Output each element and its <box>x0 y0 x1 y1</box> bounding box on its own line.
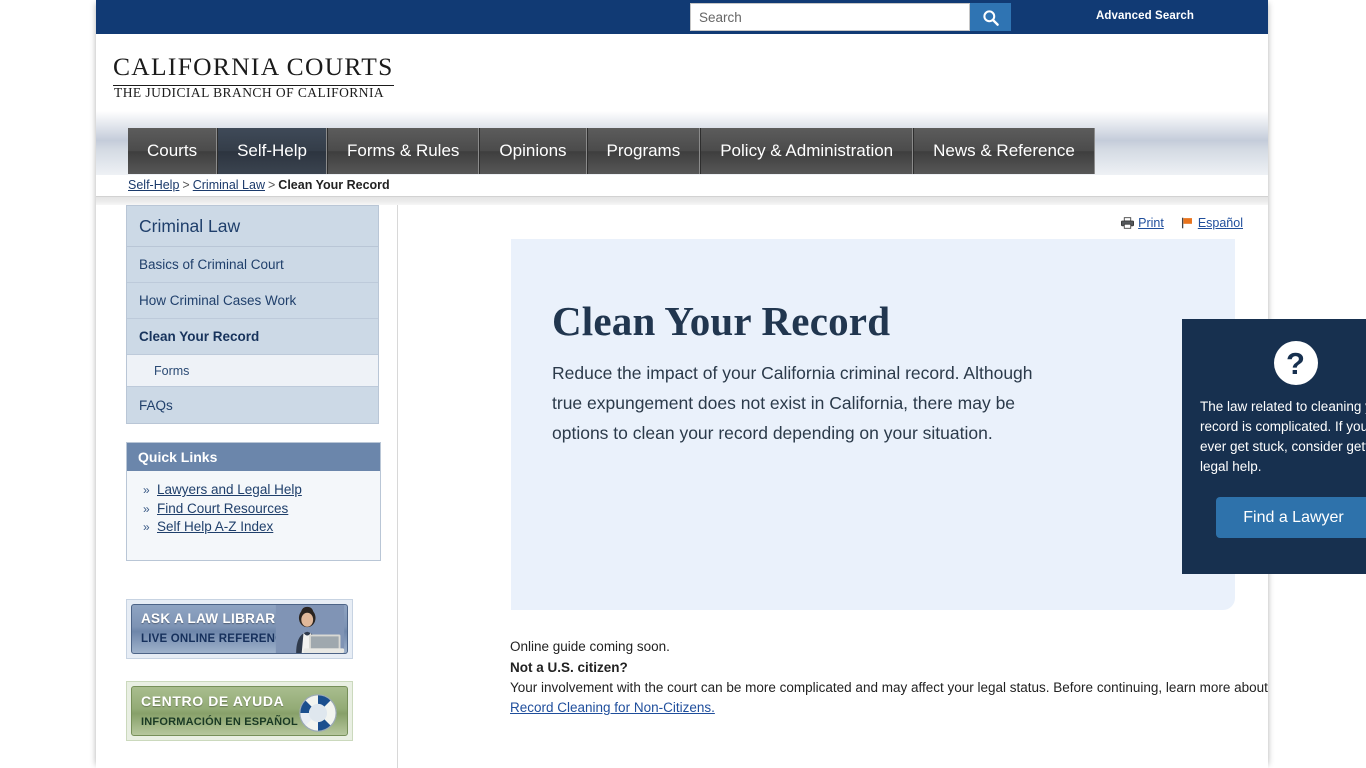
page-container: Advanced Search CALIFORNIA COURTS THE JU… <box>96 0 1366 768</box>
main-nav-band: Courts Self-Help Forms & Rules Opinions … <box>96 111 1268 175</box>
search-input[interactable] <box>690 3 970 31</box>
top-utility-bar: Advanced Search <box>96 0 1268 34</box>
callout-text: The law related to cleaning your record … <box>1200 399 1366 474</box>
brand-tagline: THE JUDICIAL BRANCH OF CALIFORNIA <box>114 85 385 100</box>
chevron-bullet-icon: » <box>143 520 150 534</box>
nav-item-news-reference[interactable]: News & Reference <box>913 128 1095 174</box>
nav-item-self-help[interactable]: Self-Help <box>217 128 327 174</box>
online-guide-note: Online guide coming soon. <box>510 639 670 654</box>
breadcrumb-separator-1: > <box>182 178 190 192</box>
list-item: » Self Help A-Z Index <box>143 519 380 534</box>
nav-item-programs[interactable]: Programs <box>586 128 701 174</box>
sidebar: Criminal Law Basics of Criminal Court Ho… <box>126 205 382 741</box>
quick-link-self-help-a-z-index[interactable]: Self Help A-Z Index <box>157 519 273 534</box>
sidebar-item-clean-your-record[interactable]: Clean Your Record <box>127 319 378 355</box>
brand-name: CALIFORNIA COURTS <box>113 52 394 86</box>
promo-inner: ASK A LAW LIBRARIAN LIVE ONLINE REFERENC… <box>131 603 348 654</box>
espanol-label: Español <box>1197 216 1243 230</box>
page-utility-links: Print Español <box>1121 216 1243 230</box>
main-nav: Courts Self-Help Forms & Rules Opinions … <box>128 128 1095 174</box>
sidebar-item-forms[interactable]: Forms <box>127 355 378 387</box>
breadcrumb-separator-2: > <box>267 178 276 192</box>
list-item: » Lawyers and Legal Help <box>143 482 380 497</box>
life-ring-icon <box>299 693 337 732</box>
hero-panel: Clean Your Record Reduce the impact of y… <box>511 239 1366 610</box>
record-cleaning-non-citizens-link[interactable]: Record Cleaning for Non-Citizens. <box>510 700 715 715</box>
main-content: Print Español Clean Your Record Reduce t… <box>397 205 1366 768</box>
librarian-photo-icon <box>275 604 345 653</box>
breadcrumb-self-help[interactable]: Self-Help <box>128 178 179 192</box>
bottom-content: Online guide coming soon. Not a U.S. cit… <box>510 637 1270 718</box>
list-item: » Find Court Resources <box>143 501 380 516</box>
search-bar <box>690 3 1011 31</box>
breadcrumb-criminal-law[interactable]: Criminal Law <box>193 178 265 192</box>
printer-icon <box>1121 217 1135 229</box>
search-icon <box>983 9 999 26</box>
chevron-bullet-icon: » <box>143 501 150 516</box>
breadcrumb: Self-Help > Criminal Law > Clean Your Record <box>128 178 390 192</box>
nav-item-opinions[interactable]: Opinions <box>479 128 587 174</box>
find-a-lawyer-button[interactable]: Find a Lawyer <box>1216 497 1366 538</box>
quick-link-find-court-resources[interactable]: Find Court Resources <box>157 501 288 516</box>
not-a-citizen-heading: Not a U.S. citizen? <box>510 660 628 675</box>
question-mark-icon: ? <box>1273 341 1318 385</box>
not-a-citizen-body-text: Your involvement with the court can be m… <box>510 680 1268 695</box>
chevron-bullet-icon: » <box>143 483 150 497</box>
quick-link-lawyers-and-legal-help[interactable]: Lawyers and Legal Help <box>157 482 302 497</box>
flag-icon <box>1181 217 1192 229</box>
promo-librarian-line2: LIVE ONLINE REFERENCE <box>141 632 292 645</box>
sidebar-item-faqs[interactable]: FAQs <box>127 387 378 423</box>
advanced-search-link[interactable]: Advanced Search <box>1096 10 1194 22</box>
nav-item-policy-administration[interactable]: Policy & Administration <box>700 128 914 174</box>
quick-links-list: » Lawyers and Legal Help » Find Court Re… <box>127 471 380 560</box>
section-nav: Criminal Law Basics of Criminal Court Ho… <box>126 205 379 424</box>
promo-inner: CENTRO DE AYUDA INFORMACIÓN EN ESPAÑOL <box>131 685 348 736</box>
print-link[interactable]: Print <box>1121 216 1164 230</box>
not-a-citizen-body: Your involvement with the court can be m… <box>510 678 1270 718</box>
quick-links-heading: Quick Links <box>127 443 380 471</box>
masthead: CALIFORNIA COURTS THE JUDICIAL BRANCH OF… <box>96 34 1268 111</box>
divider-band <box>96 196 1268 205</box>
nav-item-forms-rules[interactable]: Forms & Rules <box>327 128 480 174</box>
promo-ayuda-line2: INFORMACIÓN EN ESPAÑOL <box>141 715 298 728</box>
hero-description: Reduce the impact of your California cri… <box>552 363 1033 443</box>
sidebar-item-basics-of-criminal-court[interactable]: Basics of Criminal Court <box>127 247 378 283</box>
page-title: Clean Your Record <box>552 298 891 344</box>
sidebar-item-how-criminal-cases-work[interactable]: How Criminal Cases Work <box>127 283 378 319</box>
search-button[interactable] <box>969 3 1011 31</box>
section-title: Criminal Law <box>127 206 378 247</box>
breadcrumb-current: Clean Your Record <box>278 178 390 192</box>
print-label: Print <box>1138 216 1164 230</box>
espanol-link[interactable]: Español <box>1181 216 1243 230</box>
nav-item-courts[interactable]: Courts <box>128 128 218 174</box>
quick-links-panel: Quick Links » Lawyers and Legal Help » F… <box>126 442 381 561</box>
legal-help-callout: ? The law related to cleaning your recor… <box>1182 319 1366 574</box>
promo-ayuda-line1: CENTRO DE AYUDA <box>141 692 285 709</box>
promo-ask-a-law-librarian[interactable]: ASK A LAW LIBRARIAN LIVE ONLINE REFERENC… <box>126 598 353 659</box>
promo-centro-de-ayuda[interactable]: CENTRO DE AYUDA INFORMACIÓN EN ESPAÑOL <box>126 680 353 741</box>
breadcrumb-band: Self-Help > Criminal Law > Clean Your Record <box>96 175 1268 196</box>
